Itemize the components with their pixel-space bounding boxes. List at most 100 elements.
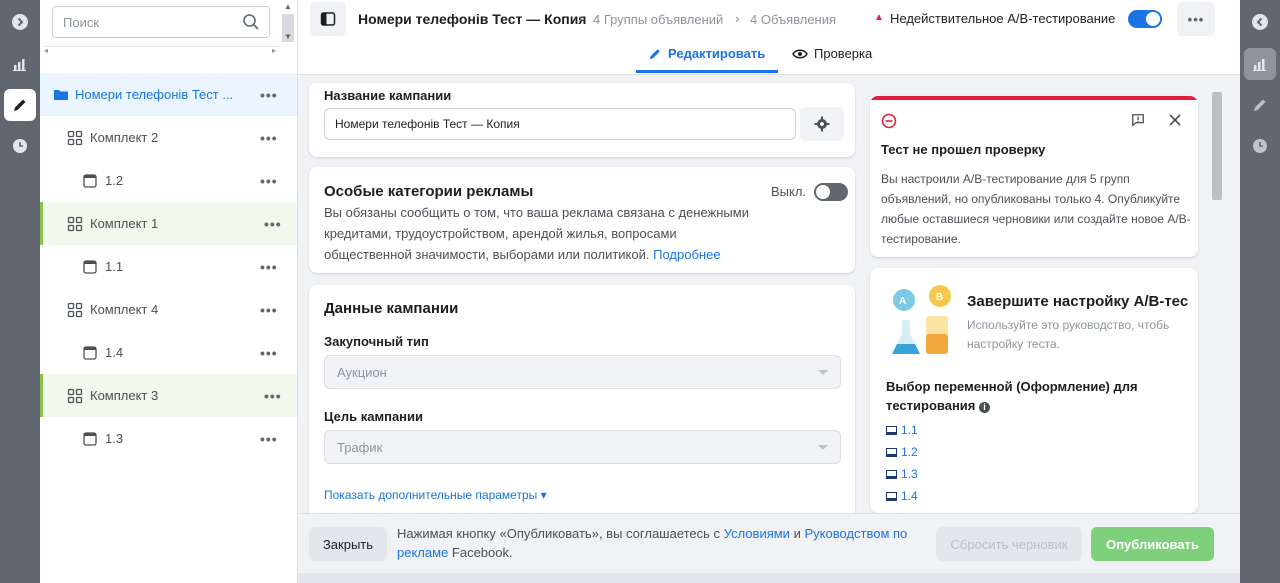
more-icon[interactable]: ••• xyxy=(260,345,278,361)
campaign-data-card: Данные кампании Закупочный тип Аукцион Ц… xyxy=(309,285,855,525)
breadcrumb-ads[interactable]: 4 Объявления xyxy=(750,12,836,27)
test-variant-link[interactable]: 1.2 xyxy=(886,445,918,459)
chevron-right-icon: › xyxy=(735,10,740,26)
tree-item-label: Комплект 2 xyxy=(90,130,159,145)
more-icon[interactable]: ••• xyxy=(260,302,278,318)
tab-edit[interactable]: Редактировать xyxy=(648,46,765,61)
ab-test-error-card: Тест не прошел проверку Вы настроили A/B… xyxy=(870,96,1198,257)
warning-triangle-icon: ▲ xyxy=(874,12,884,23)
tree-item-label: 1.1 xyxy=(105,259,124,274)
publish-button[interactable]: Опубликовать xyxy=(1091,527,1214,561)
adset-grid-icon xyxy=(67,216,83,231)
nav-reports-button[interactable] xyxy=(1244,48,1276,80)
scroll-down-arrow[interactable]: ▼ xyxy=(284,32,292,41)
test-variant-link[interactable]: 1.1 xyxy=(886,423,918,437)
tree-item-ad[interactable]: 1.4 ••• xyxy=(40,331,297,374)
active-tab-indicator xyxy=(636,70,778,73)
clock-icon xyxy=(1253,139,1267,153)
tree-item-label: Комплект 4 xyxy=(90,302,159,317)
terms-link[interactable]: Условиями xyxy=(724,526,790,541)
ad-icon xyxy=(83,259,97,274)
chevron-down-icon xyxy=(818,445,828,450)
more-icon[interactable]: ••• xyxy=(264,388,282,404)
tree-item-ad[interactable]: 1.2 ••• xyxy=(40,159,297,202)
ad-icon xyxy=(83,173,97,188)
tree-item-campaign[interactable]: Номери телефонів Тест ... ••• xyxy=(40,73,297,116)
ab-test-guide-card: A B Завершите настройку A/B-тес Использу… xyxy=(870,268,1198,513)
test-variant-label: 1.3 xyxy=(901,467,918,481)
adset-grid-icon xyxy=(67,302,83,317)
sidebar-panel-icon xyxy=(320,12,336,26)
alert-text: Вы настроили A/B-тестирование для 5 груп… xyxy=(881,172,1191,246)
tree-item-ad[interactable]: 1.1 ••• xyxy=(40,245,297,288)
campaign-name-input[interactable] xyxy=(324,108,796,140)
ad-icon xyxy=(886,491,897,501)
bar-chart-icon xyxy=(1253,59,1266,71)
more-icon[interactable]: ••• xyxy=(260,431,278,447)
tree-item-adset[interactable]: Комплект 1 ••• xyxy=(40,202,297,245)
more-options-button[interactable]: ••• xyxy=(1177,2,1215,36)
learn-more-link[interactable]: Подробнее xyxy=(653,247,720,262)
more-icon[interactable]: ••• xyxy=(264,216,282,232)
close-button[interactable]: Закрыть xyxy=(309,527,387,561)
eye-icon xyxy=(792,49,808,58)
tree-item-adset[interactable]: Комплект 4 ••• xyxy=(40,288,297,331)
info-icon[interactable]: i xyxy=(979,402,990,413)
ab-test-status: Недействительное A/B-тестирование xyxy=(890,11,1116,26)
settings-button[interactable] xyxy=(800,107,844,141)
toggle-panel-button[interactable] xyxy=(310,2,346,36)
terms-text-post: Facebook. xyxy=(451,545,513,560)
ab-test-toggle[interactable] xyxy=(1128,10,1162,28)
objective-select[interactable]: Трафик xyxy=(324,430,841,464)
reset-draft-button[interactable]: Сбросить черновик xyxy=(936,527,1082,561)
nav-history-button[interactable] xyxy=(4,130,36,162)
buy-type-select[interactable]: Аукцион xyxy=(324,355,841,389)
objective-label: Цель кампании xyxy=(324,409,424,424)
alert-title: Тест не прошел проверку xyxy=(881,142,1046,157)
campaign-name-card: Название кампании xyxy=(309,83,855,157)
tree-item-adset[interactable]: Комплект 2 ••• xyxy=(40,116,297,159)
more-icon[interactable]: ••• xyxy=(260,130,278,146)
tree-item-ad[interactable]: 1.3 ••• xyxy=(40,417,297,460)
special-categories-text: Вы обязаны сообщить о том, что ваша рекл… xyxy=(324,202,764,265)
nav-history-button[interactable] xyxy=(1244,130,1276,162)
close-icon[interactable] xyxy=(1169,114,1181,126)
nav-edit-button[interactable] xyxy=(4,89,36,121)
special-categories-toggle[interactable] xyxy=(814,183,848,201)
campaign-tree-panel: ▲ ▼ ◂ ▸ Номери телефонів Тест ... ••• Ко… xyxy=(40,0,298,583)
ab-test-illustration-icon: A B xyxy=(892,285,951,354)
test-variant-link[interactable]: 1.3 xyxy=(886,467,918,481)
tab-review[interactable]: Проверка xyxy=(792,46,872,61)
more-icon[interactable]: ••• xyxy=(260,173,278,189)
scroll-left-arrow[interactable]: ◂ xyxy=(44,46,48,55)
breadcrumb-adsets[interactable]: 4 Группы объявлений xyxy=(593,12,723,27)
content-scroll-thumb[interactable] xyxy=(1212,92,1222,200)
terms-and: и xyxy=(793,526,801,541)
nav-forward-button[interactable] xyxy=(4,6,36,38)
svg-text:A: A xyxy=(899,296,906,307)
scroll-right-arrow[interactable]: ▸ xyxy=(272,46,276,55)
nav-back-button[interactable] xyxy=(1244,6,1276,38)
chevron-right-icon: › xyxy=(578,10,583,26)
more-icon[interactable]: ••• xyxy=(260,259,278,275)
campaign-name-label: Название кампании xyxy=(324,88,452,103)
more-icon[interactable]: ••• xyxy=(260,87,278,103)
adset-grid-icon xyxy=(67,130,83,145)
scroll-up-arrow[interactable]: ▲ xyxy=(284,2,292,11)
horizontal-scrollbar[interactable]: ◂ ▸ xyxy=(44,46,280,56)
toggle-state-label: Выкл. xyxy=(771,184,807,199)
guide-text: Используйте это руководство, чтобь настр… xyxy=(967,318,1170,351)
nav-edit-button[interactable] xyxy=(1244,89,1276,121)
search-icon[interactable] xyxy=(242,13,260,31)
special-categories-title: Особые категории рекламы xyxy=(324,183,534,200)
tree-item-label: Номери телефонів Тест ... xyxy=(75,87,234,102)
ad-icon xyxy=(83,345,97,360)
feedback-icon[interactable] xyxy=(1131,113,1145,127)
tree-item-adset[interactable]: Комплект 3 ••• xyxy=(40,374,297,417)
pencil-icon xyxy=(1254,99,1266,111)
nav-reports-button[interactable] xyxy=(4,48,36,80)
test-variant-link[interactable]: 1.4 xyxy=(886,489,918,503)
search-input[interactable] xyxy=(52,6,270,38)
pencil-icon xyxy=(649,48,660,59)
show-more-params-link[interactable]: Показать дополнительные параметры ▾ xyxy=(324,488,547,502)
